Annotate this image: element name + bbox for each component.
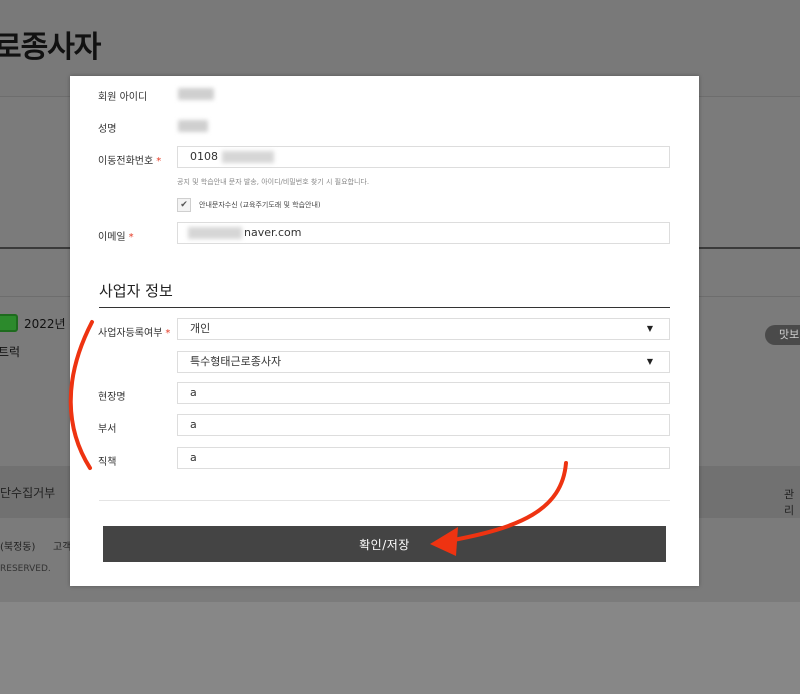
bg-footer-customer: 고객 xyxy=(53,542,72,553)
section-divider xyxy=(99,307,670,308)
bg-page-title: 로종사자 xyxy=(0,30,101,65)
phone-hint: 공지 및 학습안내 문자 발송, 아이디/비밀번호 찾기 시 필요합니다. xyxy=(177,178,370,186)
member-id-value-redacted xyxy=(178,88,214,100)
sms-consent-checkbox[interactable]: ✔ xyxy=(177,198,191,212)
bg-table-header-left: 단수집거부 xyxy=(0,486,56,500)
email-value-redacted xyxy=(188,227,242,239)
bg-footer-address: (북정동) xyxy=(0,542,36,553)
name-value-redacted xyxy=(178,120,208,132)
sms-consent-row: ✔ 안내문자수신 (교육주기도래 및 학습안내) xyxy=(177,198,321,212)
member-id-label-text: 회원 아이디 xyxy=(98,92,148,103)
phone-value: 0108 xyxy=(190,150,218,163)
business-type-value: 특수형태근로종사자 xyxy=(190,355,282,368)
dept-input[interactable]: a xyxy=(177,414,670,436)
confirm-save-button[interactable]: 확인/저장 xyxy=(103,526,666,562)
bg-course-item: 2022년 특 xyxy=(0,314,80,332)
bg-footer-copyright: RESERVED. xyxy=(0,564,51,574)
chevron-down-icon: ▼ xyxy=(646,357,653,366)
bg-table-header-right: 관리 xyxy=(784,488,795,517)
position-value: a xyxy=(190,451,197,464)
site-input[interactable]: a xyxy=(177,382,670,404)
sms-consent-label: 안내문자수신 (교육주기도래 및 학습안내) xyxy=(199,201,321,209)
business-type-select[interactable]: 특수형태근로종사자 ▼ xyxy=(177,351,670,373)
phone-label: 이동전화번호 * xyxy=(98,152,161,167)
email-label-text: 이메일 xyxy=(98,232,126,243)
site-label: 현장명 xyxy=(98,392,126,403)
member-info-modal: 회원 아이디 성명 이동전화번호 * 0108 공지 및 학습안내 문자 발송, … xyxy=(70,76,699,586)
dept-value: a xyxy=(190,418,197,431)
required-mark: * xyxy=(165,328,171,339)
form-divider xyxy=(99,500,670,501)
registration-label: 사업자등록여부 * xyxy=(98,324,170,339)
phone-value-redacted xyxy=(222,151,274,163)
bg-preview-button: 맛보 xyxy=(765,325,800,345)
dept-label: 부서 xyxy=(98,424,117,435)
site-value: a xyxy=(190,386,197,399)
position-label: 직책 xyxy=(98,457,117,468)
email-input[interactable]: naver.com xyxy=(177,222,670,244)
name-label: 성명 xyxy=(98,120,116,135)
email-label: 이메일 * xyxy=(98,228,134,243)
monitor-icon xyxy=(0,314,18,332)
bg-bottom-area xyxy=(0,602,800,694)
name-label-text: 성명 xyxy=(98,124,117,135)
registration-select[interactable]: 개인 ▼ xyxy=(177,318,670,340)
email-value: naver.com xyxy=(244,226,302,239)
business-section-title: 사업자 정보 xyxy=(99,282,173,300)
chevron-down-icon: ▼ xyxy=(646,324,653,333)
bg-course-sub: 트럭 xyxy=(0,345,21,359)
required-mark: * xyxy=(128,232,134,243)
position-input[interactable]: a xyxy=(177,447,670,469)
registration-label-text: 사업자등록여부 xyxy=(98,328,163,339)
registration-value: 개인 xyxy=(190,322,211,335)
phone-input[interactable]: 0108 xyxy=(177,146,670,168)
required-mark: * xyxy=(156,156,162,167)
member-id-label: 회원 아이디 xyxy=(98,88,147,103)
phone-label-text: 이동전화번호 xyxy=(98,156,154,167)
